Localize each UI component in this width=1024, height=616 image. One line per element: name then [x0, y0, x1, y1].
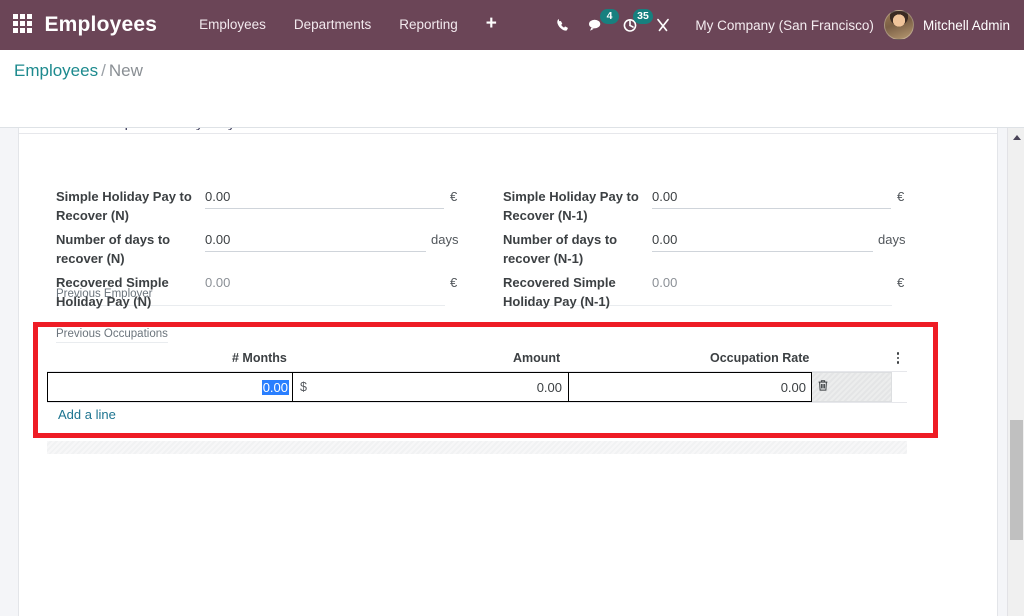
apps-grid-icon[interactable] — [13, 14, 34, 36]
form-scroll-area: Simple Holiday Pay Previous Employer Sim… — [0, 128, 1024, 616]
table-bottom-stripe — [47, 441, 907, 454]
top-divider — [19, 133, 997, 134]
user-name: Mitchell Admin — [923, 18, 1010, 33]
clipped-section-heading: Simple Holiday Pay — [97, 128, 236, 130]
field-value-recovered-holiday-pay-n: 0.00 — [205, 274, 230, 292]
currency-symbol: $ — [300, 380, 307, 394]
amount-input-value[interactable]: 0.00 — [537, 380, 562, 395]
column-header-amount[interactable]: Amount — [513, 351, 560, 365]
control-panel: Employees/New SAVE DISCARD — [0, 50, 1024, 128]
field-label-simple-holiday-pay-n1: Simple Holiday Pay to Recover (N-1) — [503, 187, 645, 225]
field-underline-simple-holiday-pay-n — [205, 208, 444, 209]
field-value-days-recover-n[interactable]: 0.00 — [205, 231, 230, 249]
months-input-value[interactable]: 0.00 — [262, 380, 289, 395]
field-suffix-recovered-holiday-pay-n1: € — [897, 274, 904, 292]
table-header-row: # Months Amount Occupation Rate — [47, 348, 907, 372]
table-footer: Add a line — [47, 402, 907, 428]
vertical-scrollbar[interactable] — [1007, 128, 1024, 616]
section-label-previous-occupations: Previous Occupations — [56, 328, 168, 343]
field-label-days-recover-n1: Number of days to recover (N-1) — [503, 230, 645, 268]
field-underline-simple-holiday-pay-n1 — [652, 208, 891, 209]
nav-add-button[interactable]: + — [472, 0, 511, 50]
trash-icon[interactable] — [817, 379, 829, 395]
scrollbar-thumb[interactable] — [1010, 420, 1023, 540]
add-a-line-button[interactable]: Add a line — [58, 407, 116, 422]
field-value-days-recover-n1[interactable]: 0.00 — [652, 231, 677, 249]
breadcrumb-separator: / — [101, 61, 106, 80]
activities-icon[interactable]: 35 — [613, 0, 646, 50]
field-label-recovered-holiday-pay-n1: Recovered Simple Holiday Pay (N-1) — [503, 273, 645, 311]
table-row[interactable]: 0.00 $ 0.00 0.00 — [47, 372, 907, 402]
previous-occupations-table: # Months Amount Occupation Rate 0.00 $ 0… — [47, 348, 907, 428]
app-brand[interactable]: Employees — [44, 13, 157, 37]
cell-months[interactable]: 0.00 — [47, 372, 292, 402]
company-switcher[interactable]: My Company (San Francisco) — [695, 18, 874, 33]
field-value-simple-holiday-pay-n[interactable]: 0.00 — [205, 188, 230, 206]
avatar — [884, 10, 914, 40]
breadcrumb-current: New — [109, 61, 143, 80]
messages-icon[interactable]: 4 — [580, 0, 613, 50]
breadcrumb: Employees/New — [14, 61, 143, 81]
field-value-recovered-holiday-pay-n1: 0.00 — [652, 274, 677, 292]
field-label-simple-holiday-pay-n: Simple Holiday Pay to Recover (N) — [56, 187, 196, 225]
nav-item-departments[interactable]: Departments — [280, 0, 385, 50]
field-label-recovered-holiday-pay-n: Recovered Simple Holiday Pay (N) — [56, 273, 196, 311]
field-value-simple-holiday-pay-n1[interactable]: 0.00 — [652, 188, 677, 206]
field-underline-days-recover-n — [205, 251, 426, 252]
nav-item-employees[interactable]: Employees — [185, 0, 280, 50]
right-gutter — [999, 128, 1007, 616]
cell-occupation-rate[interactable]: 0.00 — [569, 372, 812, 402]
breadcrumb-root[interactable]: Employees — [14, 61, 98, 80]
field-suffix-recovered-holiday-pay-n: € — [450, 274, 457, 292]
top-navbar: Employees Employees Departments Reportin… — [0, 0, 1024, 50]
column-header-occupation-rate[interactable]: Occupation Rate — [710, 351, 809, 365]
cell-amount[interactable]: $ 0.00 — [292, 372, 569, 402]
field-suffix-simple-holiday-pay-n: € — [450, 188, 457, 206]
nav-item-reporting[interactable]: Reporting — [385, 0, 472, 50]
tools-icon[interactable] — [646, 0, 679, 50]
field-suffix-days-recover-n: days — [431, 231, 458, 249]
vertical-dots-icon[interactable] — [891, 350, 905, 366]
field-suffix-days-recover-n1: days — [878, 231, 905, 249]
field-suffix-simple-holiday-pay-n1: € — [897, 188, 904, 206]
cell-delete — [812, 372, 892, 402]
column-header-months[interactable]: # Months — [232, 351, 287, 365]
phone-icon[interactable] — [547, 0, 580, 50]
occupation-rate-input-value[interactable]: 0.00 — [781, 380, 806, 395]
user-menu[interactable]: Mitchell Admin — [884, 10, 1010, 40]
field-underline-days-recover-n1 — [652, 251, 873, 252]
chevron-up-icon[interactable] — [1008, 130, 1024, 145]
field-label-days-recover-n: Number of days to recover (N) — [56, 230, 196, 268]
